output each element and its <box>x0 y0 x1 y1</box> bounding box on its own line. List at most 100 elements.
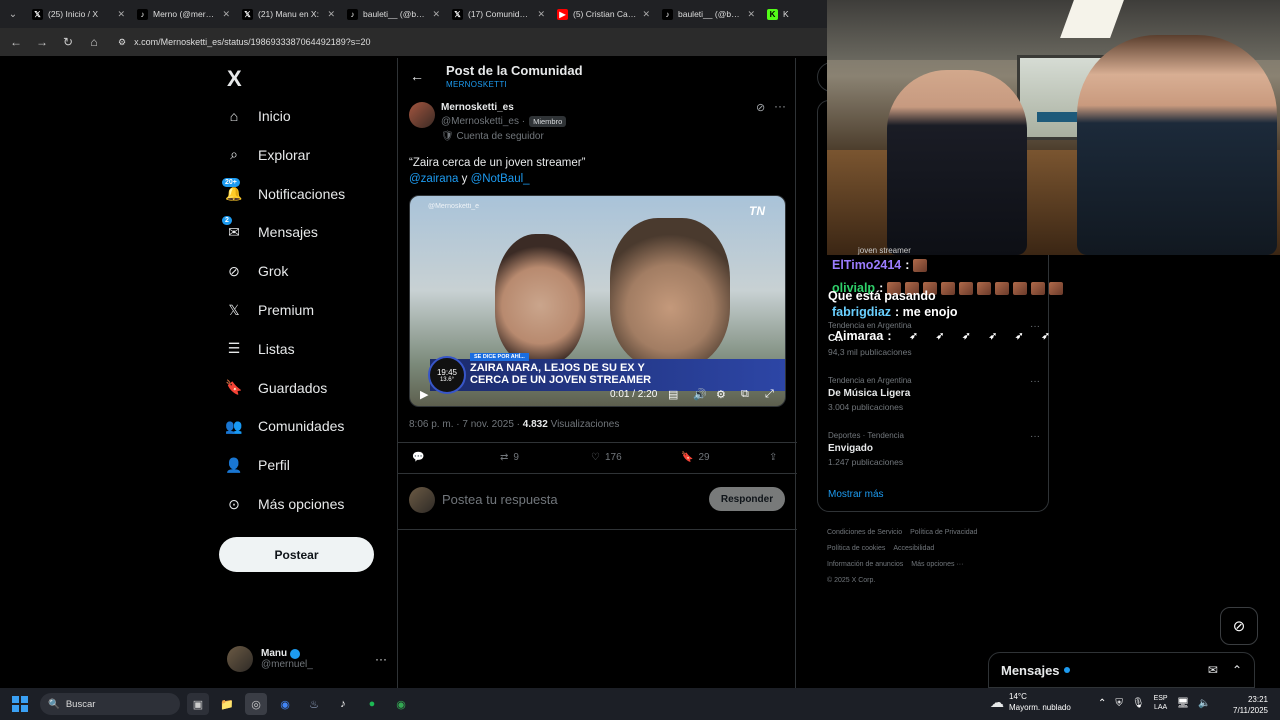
like-button[interactable]: ♡ 176 <box>591 452 622 463</box>
browser-tab[interactable]: ▶ (5) Cristian Castro ✕ <box>551 0 656 28</box>
trend-more-icon[interactable]: ··· <box>1030 376 1040 387</box>
url-field[interactable]: ⚙ x.com/Mernosketti_es/status/1986933387… <box>118 37 371 48</box>
reply-input[interactable]: Postea tu respuesta <box>442 492 558 507</box>
footer-link[interactable]: Condiciones de Servicio <box>827 529 902 536</box>
network-icon[interactable]: 🖥 <box>1177 698 1190 709</box>
expand-chevron-icon[interactable]: ⌃ <box>1232 663 1242 677</box>
tweet-author-handle[interactable]: @Mernosketti_es · <box>441 116 525 127</box>
tweet-more-icon[interactable]: ··· <box>774 99 786 113</box>
close-tab-icon[interactable]: ✕ <box>747 9 755 20</box>
sidebar-item-guardados[interactable]: 🔖 Guardados <box>225 376 327 400</box>
post-button[interactable]: Postear <box>219 537 374 572</box>
reload-icon[interactable]: ↻ <box>60 35 76 49</box>
sidebar-item-perfil[interactable]: 👤 Perfil <box>225 453 290 477</box>
task-view-icon[interactable]: ▣ <box>187 693 209 715</box>
close-tab-icon[interactable]: ✕ <box>642 9 650 20</box>
trend-count: 1.247 publicaciones <box>828 457 904 467</box>
language-indicator[interactable]: ESP LAA <box>1154 694 1168 712</box>
show-more-link[interactable]: Mostrar más <box>828 489 884 500</box>
close-tab-icon[interactable]: ✕ <box>117 9 125 20</box>
trend-more-icon[interactable]: ··· <box>1030 431 1040 442</box>
sidebar-item-inicio[interactable]: ⌂ Inicio <box>225 104 291 128</box>
messages-drawer[interactable]: Mensajes ✉ ⌃ <box>988 652 1255 688</box>
footer-link[interactable]: Información de anuncios <box>827 561 903 568</box>
browser-tab[interactable]: ♪ bauleti__ (@baulet ✕ <box>341 0 446 28</box>
volume-icon[interactable]: 🔊 <box>693 388 707 401</box>
sidebar-item-grok[interactable]: ⊘ Grok <box>225 259 288 283</box>
microphone-icon[interactable]: 🎙 <box>1132 698 1145 709</box>
browser-tab[interactable]: 𝕏 (21) Manu en X: ✕ <box>236 0 341 28</box>
taskbar-search[interactable]: 🔍 Buscar <box>40 693 180 715</box>
close-tab-icon[interactable]: ✕ <box>327 9 335 20</box>
file-explorer-icon[interactable]: 📁 <box>216 693 238 715</box>
footer-link[interactable]: Política de Privacidad <box>910 529 977 536</box>
chrome-profile-icon[interactable]: ◉ <box>390 693 412 715</box>
play-icon[interactable]: ▶ <box>420 388 428 401</box>
trend-name: Envigado <box>828 443 874 454</box>
account-more-icon[interactable]: ··· <box>375 652 387 666</box>
browser-tab[interactable]: 𝕏 (25) Inicio / X ✕ <box>26 0 131 28</box>
volume-icon[interactable]: 🔈 <box>1198 698 1210 709</box>
fullscreen-icon[interactable]: ⤢ <box>765 388 774 401</box>
sidebar-item-notificaciones[interactable]: 🔔 20+ Notificaciones <box>222 177 345 206</box>
back-arrow-button[interactable]: ← <box>410 68 424 84</box>
tray-chevron-icon[interactable]: ⌃ <box>1098 698 1106 709</box>
settings-gear-icon[interactable]: ⚙ <box>716 388 726 401</box>
tweet-timestamp[interactable]: 8:06 p. m. · 7 nov. 2025 · <box>409 419 520 430</box>
share-button[interactable]: ⇪ <box>769 452 777 463</box>
shield-icon: 🛡 <box>441 131 454 142</box>
defender-icon[interactable]: ⛨ <box>1115 698 1123 709</box>
account-switcher[interactable]: Manu @mernuel_ ··· <box>227 643 387 675</box>
home-button-icon[interactable]: ⌂ <box>86 35 102 49</box>
tiktok-icon[interactable]: ♪ <box>332 693 354 715</box>
captions-icon[interactable]: ▤ <box>668 388 678 401</box>
close-tab-icon[interactable]: ✕ <box>537 9 545 20</box>
browser-tab[interactable]: ♪ bauleti__ (@baule ✕ <box>656 0 761 28</box>
mention-link[interactable]: @NotBaul_ <box>471 173 530 185</box>
tweet-author-avatar[interactable] <box>409 102 435 128</box>
footer-link[interactable]: Política de cookies <box>827 545 885 552</box>
close-tab-icon[interactable]: ✕ <box>222 9 230 20</box>
tweet-video[interactable]: @Mernosketti_e TN SE DICE POR AHÍ... ZAI… <box>409 195 786 407</box>
retweet-button[interactable]: ⇄ 9 <box>500 452 519 463</box>
browser-tab[interactable]: 𝕏 (17) Comunidad M ✕ <box>446 0 551 28</box>
footer-link[interactable]: Accesibilidad <box>893 545 934 552</box>
chrome-icon[interactable]: ◉ <box>274 693 296 715</box>
sidebar-item-explorar[interactable]: ⌕ Explorar <box>225 143 310 167</box>
obs-icon[interactable]: ◎ <box>245 693 267 715</box>
grok-explain-icon[interactable]: ⊘ <box>756 101 765 114</box>
url-text: x.com/Mernosketti_es/status/198693338706… <box>134 37 371 47</box>
chat-emote: ➶ <box>1015 330 1024 342</box>
weather-widget[interactable]: ☁ 14°C Mayorm. nublado <box>990 691 1071 713</box>
back-arrow-icon[interactable]: ← <box>8 35 24 49</box>
close-tab-icon[interactable]: ✕ <box>432 9 440 20</box>
footer-link[interactable]: Más opciones ··· <box>911 561 963 568</box>
pip-icon[interactable]: ⧉ <box>741 388 749 401</box>
sidebar-item-más-opciones[interactable]: ⊙ Más opciones <box>225 492 344 516</box>
trend-item[interactable]: Deportes · Tendencia Envigado 1.247 publ… <box>828 431 1040 467</box>
tweet-author-name[interactable]: Mernosketti_es <box>441 102 514 113</box>
reply-button[interactable]: 💬 <box>412 452 424 463</box>
windows-start-icon[interactable] <box>12 696 28 712</box>
site-info-icon[interactable]: ⚙ <box>118 37 126 48</box>
sidebar-item-listas[interactable]: ☰ Listas <box>225 337 295 361</box>
new-message-icon[interactable]: ✉ <box>1208 663 1218 677</box>
steam-icon[interactable]: ♨ <box>303 693 325 715</box>
sidebar-item-premium[interactable]: 𝕏 Premium <box>225 298 314 322</box>
browser-tab[interactable]: ♪ Merno (@mernuel ✕ <box>131 0 236 28</box>
community-name-link[interactable]: MERNOSKETTI <box>446 80 507 89</box>
spotify-icon[interactable]: ● <box>361 693 383 715</box>
sidebar-item-comunidades[interactable]: 👥 Comunidades <box>225 414 344 438</box>
taskbar-clock[interactable]: 23:21 7/11/2025 <box>1233 694 1268 716</box>
trend-item[interactable]: Tendencia en Argentina De Música Ligera … <box>828 376 1040 412</box>
chat-text: : me enojo <box>895 305 958 319</box>
bookmark-button[interactable]: 🔖 29 <box>681 452 710 463</box>
grok-fab-button[interactable]: ⊘ <box>1220 607 1258 645</box>
x-logo-icon[interactable]: X <box>227 66 242 92</box>
stream-chat-overlay: joven streamer ElTimo2414 : olivialp : Q… <box>828 246 1088 350</box>
reply-submit-button[interactable]: Responder <box>709 487 785 511</box>
mention-link[interactable]: @zairana <box>409 173 458 185</box>
forward-arrow-icon[interactable]: → <box>34 35 50 49</box>
tab-search-button[interactable]: ⌄ <box>0 0 26 28</box>
sidebar-item-mensajes[interactable]: ✉ 2 Mensajes <box>222 216 318 244</box>
